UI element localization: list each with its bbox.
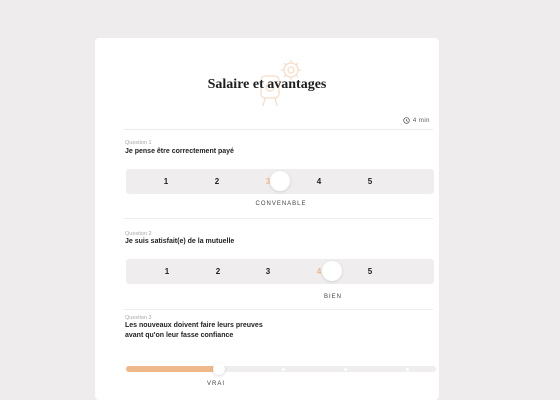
question-text-line: Les nouveaux doivent faire leurs preuves [125, 322, 263, 329]
rating-option[interactable]: 2 [207, 169, 227, 194]
slider-step [343, 368, 347, 371]
divider [124, 218, 433, 219]
slider-step [405, 368, 409, 371]
divider [124, 129, 433, 130]
question-text-line: avant qu'on leur fasse confiance [125, 331, 234, 339]
rating-scale-q2[interactable]: 1 2 3 4 5 [126, 259, 434, 284]
answer-label: CONVENABLE [255, 201, 307, 207]
rating-knob[interactable] [322, 261, 342, 281]
duration-indicator: 4 min [403, 117, 430, 124]
slider-step [281, 368, 285, 371]
survey-card: Salaire et avantages 4 min Question 1 Je… [95, 38, 439, 400]
slider-handle[interactable] [213, 362, 225, 375]
clock-icon [403, 117, 410, 124]
rating-knob[interactable] [270, 171, 290, 191]
slider-fill [126, 366, 219, 372]
rating-option[interactable]: 5 [360, 169, 380, 194]
rating-option[interactable]: 1 [157, 259, 177, 284]
rating-option[interactable]: 5 [360, 259, 380, 284]
divider [124, 309, 433, 310]
rating-option[interactable]: 4 [309, 169, 329, 194]
question-text: Je pense être correctement payé [125, 148, 234, 155]
duration-label: 4 min [412, 117, 430, 124]
question-text: Les nouveaux doivent faire leurs preuves… [125, 321, 365, 340]
rating-scale-q1[interactable]: 1 2 3 4 5 [126, 169, 434, 194]
page-title: Salaire et avantages [207, 77, 327, 92]
rating-option[interactable]: 1 [156, 169, 176, 194]
question-number: Question 1 [125, 140, 152, 146]
agreement-slider[interactable] [126, 362, 436, 375]
rating-option[interactable]: 3 [258, 259, 278, 284]
rating-option[interactable]: 2 [208, 259, 228, 284]
answer-label: VRAI [206, 381, 225, 387]
answer-label: BIEN [323, 294, 342, 300]
question-text: Je suis satisfait(e) de la mutuelle [125, 238, 235, 245]
